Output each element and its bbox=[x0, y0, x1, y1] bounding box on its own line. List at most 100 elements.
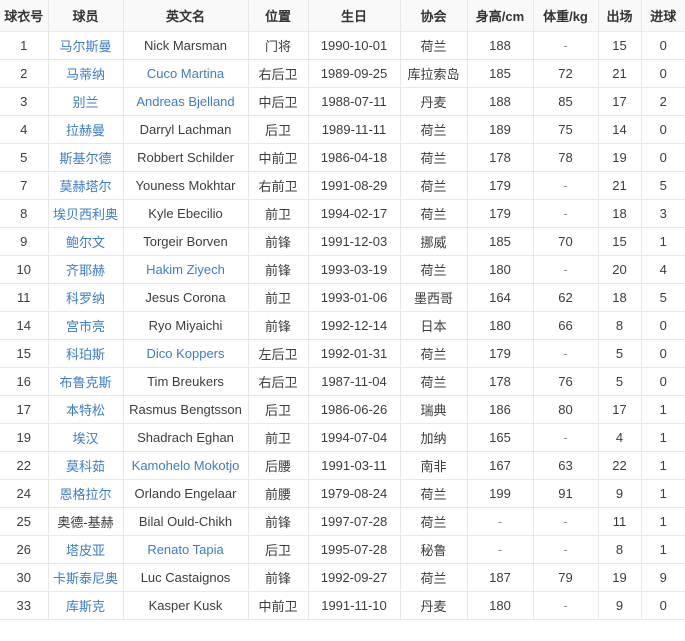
birthday-cell: 1992-09-27 bbox=[321, 570, 388, 585]
player-name-link[interactable]: 别兰 bbox=[72, 95, 98, 110]
jersey-number-cell: 3 bbox=[20, 94, 27, 109]
column-header-player: 球员 bbox=[48, 0, 123, 31]
english-name-link[interactable]: Cuco Martina bbox=[147, 66, 224, 81]
association-cell: 丹麦 bbox=[420, 599, 446, 614]
goals-cell-td: 0 bbox=[641, 143, 685, 171]
weight-cell: 72 bbox=[558, 66, 572, 81]
english-name-text: Kasper Kusk bbox=[149, 598, 223, 613]
goals-cell-td: 1 bbox=[641, 227, 685, 255]
player-name-link[interactable]: 马尔斯曼 bbox=[59, 39, 111, 54]
association-cell-td: 加纳 bbox=[400, 423, 467, 451]
jersey-number-cell: 9 bbox=[20, 234, 27, 249]
association-cell-td: 丹麦 bbox=[400, 591, 467, 619]
association-cell-td: 荷兰 bbox=[400, 479, 467, 507]
association-cell-td: 荷兰 bbox=[400, 143, 467, 171]
english-name-link[interactable]: Renato Tapia bbox=[147, 542, 223, 557]
player-name-link[interactable]: 宫市亮 bbox=[66, 319, 105, 334]
weight-cell: - bbox=[563, 206, 567, 221]
player-name-link[interactable]: 莫科茹 bbox=[66, 459, 105, 474]
player-name-td: 拉赫曼 bbox=[48, 115, 123, 143]
height-cell: 165 bbox=[489, 430, 511, 445]
player-name-link[interactable]: 埃贝西利奥 bbox=[53, 207, 118, 222]
weight-cell-td: 63 bbox=[533, 451, 598, 479]
player-name-link[interactable]: 科罗纳 bbox=[66, 291, 105, 306]
height-cell: 179 bbox=[489, 346, 511, 361]
player-name-link[interactable]: 塔皮亚 bbox=[66, 543, 105, 558]
position-cell-td: 右后卫 bbox=[248, 367, 308, 395]
english-name-link[interactable]: Dico Koppers bbox=[146, 346, 224, 361]
player-name-link[interactable]: 斯基尔德 bbox=[59, 151, 111, 166]
height-cell: 185 bbox=[489, 234, 511, 249]
player-name-link[interactable]: 卡斯泰尼奥 bbox=[53, 571, 118, 586]
association-cell-td: 荷兰 bbox=[400, 563, 467, 591]
goals-cell-td: 1 bbox=[641, 451, 685, 479]
english-name-link[interactable]: Kamohelo Mokotjo bbox=[132, 458, 240, 473]
table-row: 1马尔斯曼Nick Marsman门将1990-10-01荷兰188-150 bbox=[0, 31, 685, 59]
height-cell: 180 bbox=[489, 262, 511, 277]
table-row: 4拉赫曼Darryl Lachman后卫1989-11-11荷兰18975140 bbox=[0, 115, 685, 143]
player-name-link[interactable]: 库斯克 bbox=[66, 599, 105, 614]
player-name-link[interactable]: 马蒂纳 bbox=[66, 67, 105, 82]
association-cell: 荷兰 bbox=[420, 487, 446, 502]
jersey-number-cell: 17 bbox=[17, 402, 31, 417]
weight-cell-td: 79 bbox=[533, 563, 598, 591]
player-name-link[interactable]: 本特松 bbox=[66, 403, 105, 418]
birthday-cell-td: 1989-11-11 bbox=[308, 115, 400, 143]
association-cell-td: 日本 bbox=[400, 311, 467, 339]
birthday-cell-td: 1986-04-18 bbox=[308, 143, 400, 171]
player-name-link[interactable]: 莫赫塔尔 bbox=[59, 179, 111, 194]
player-name-link[interactable]: 鲍尔文 bbox=[66, 235, 105, 250]
player-name-link[interactable]: 布鲁克斯 bbox=[59, 375, 111, 390]
english-name-td: Kyle Ebecilio bbox=[123, 199, 248, 227]
weight-cell: - bbox=[563, 38, 567, 53]
jersey-number-cell-td: 25 bbox=[0, 507, 48, 535]
jersey-number-cell-td: 3 bbox=[0, 87, 48, 115]
appearances-cell-td: 21 bbox=[598, 59, 641, 87]
english-name-td: Tim Breukers bbox=[123, 367, 248, 395]
position-cell: 前锋 bbox=[265, 263, 291, 278]
goals-cell-td: 0 bbox=[641, 591, 685, 619]
player-name-link[interactable]: 埃汉 bbox=[72, 431, 98, 446]
position-cell-td: 前卫 bbox=[248, 423, 308, 451]
goals-cell: 0 bbox=[660, 318, 667, 333]
height-cell-td: 179 bbox=[467, 339, 533, 367]
goals-cell-td: 1 bbox=[641, 423, 685, 451]
position-cell: 前锋 bbox=[265, 571, 291, 586]
english-name-td: Andreas Bjelland bbox=[123, 87, 248, 115]
player-name-link[interactable]: 恩格拉尔 bbox=[59, 487, 111, 502]
english-name-link[interactable]: Hakim Ziyech bbox=[146, 262, 225, 277]
goals-cell-td: 3 bbox=[641, 199, 685, 227]
player-name-link[interactable]: 拉赫曼 bbox=[66, 123, 105, 138]
association-cell: 荷兰 bbox=[420, 39, 446, 54]
height-cell-td: 180 bbox=[467, 255, 533, 283]
english-name-text: Shadrach Eghan bbox=[137, 430, 234, 445]
association-cell: 荷兰 bbox=[420, 179, 446, 194]
height-cell: - bbox=[498, 542, 502, 557]
height-cell-td: 187 bbox=[467, 563, 533, 591]
height-cell: 179 bbox=[489, 206, 511, 221]
weight-cell: 76 bbox=[558, 374, 572, 389]
position-cell-td: 后卫 bbox=[248, 535, 308, 563]
position-cell-td: 右后卫 bbox=[248, 59, 308, 87]
position-cell-td: 前锋 bbox=[248, 227, 308, 255]
goals-cell-td: 5 bbox=[641, 283, 685, 311]
player-name-link[interactable]: 齐耶赫 bbox=[66, 263, 105, 278]
goals-cell-td: 1 bbox=[641, 395, 685, 423]
table-row: 9鲍尔文Torgeir Borven前锋1991-12-03挪威18570151 bbox=[0, 227, 685, 255]
english-name-td: Torgeir Borven bbox=[123, 227, 248, 255]
english-name-link[interactable]: Andreas Bjelland bbox=[136, 94, 234, 109]
english-name-td: Rasmus Bengtsson bbox=[123, 395, 248, 423]
birthday-cell-td: 1994-02-17 bbox=[308, 199, 400, 227]
english-name-td: Cuco Martina bbox=[123, 59, 248, 87]
english-name-td: Orlando Engelaar bbox=[123, 479, 248, 507]
table-row: 14宫市亮Ryo Miyaichi前锋1992-12-14日本1806680 bbox=[0, 311, 685, 339]
player-name-link[interactable]: 科珀斯 bbox=[66, 347, 105, 362]
weight-cell: - bbox=[563, 178, 567, 193]
height-cell-td: 185 bbox=[467, 59, 533, 87]
appearances-cell-td: 8 bbox=[598, 311, 641, 339]
height-cell: 180 bbox=[489, 318, 511, 333]
birthday-cell: 1979-08-24 bbox=[321, 486, 388, 501]
goals-cell-td: 1 bbox=[641, 479, 685, 507]
goals-cell: 1 bbox=[660, 430, 667, 445]
position-cell-td: 前锋 bbox=[248, 311, 308, 339]
